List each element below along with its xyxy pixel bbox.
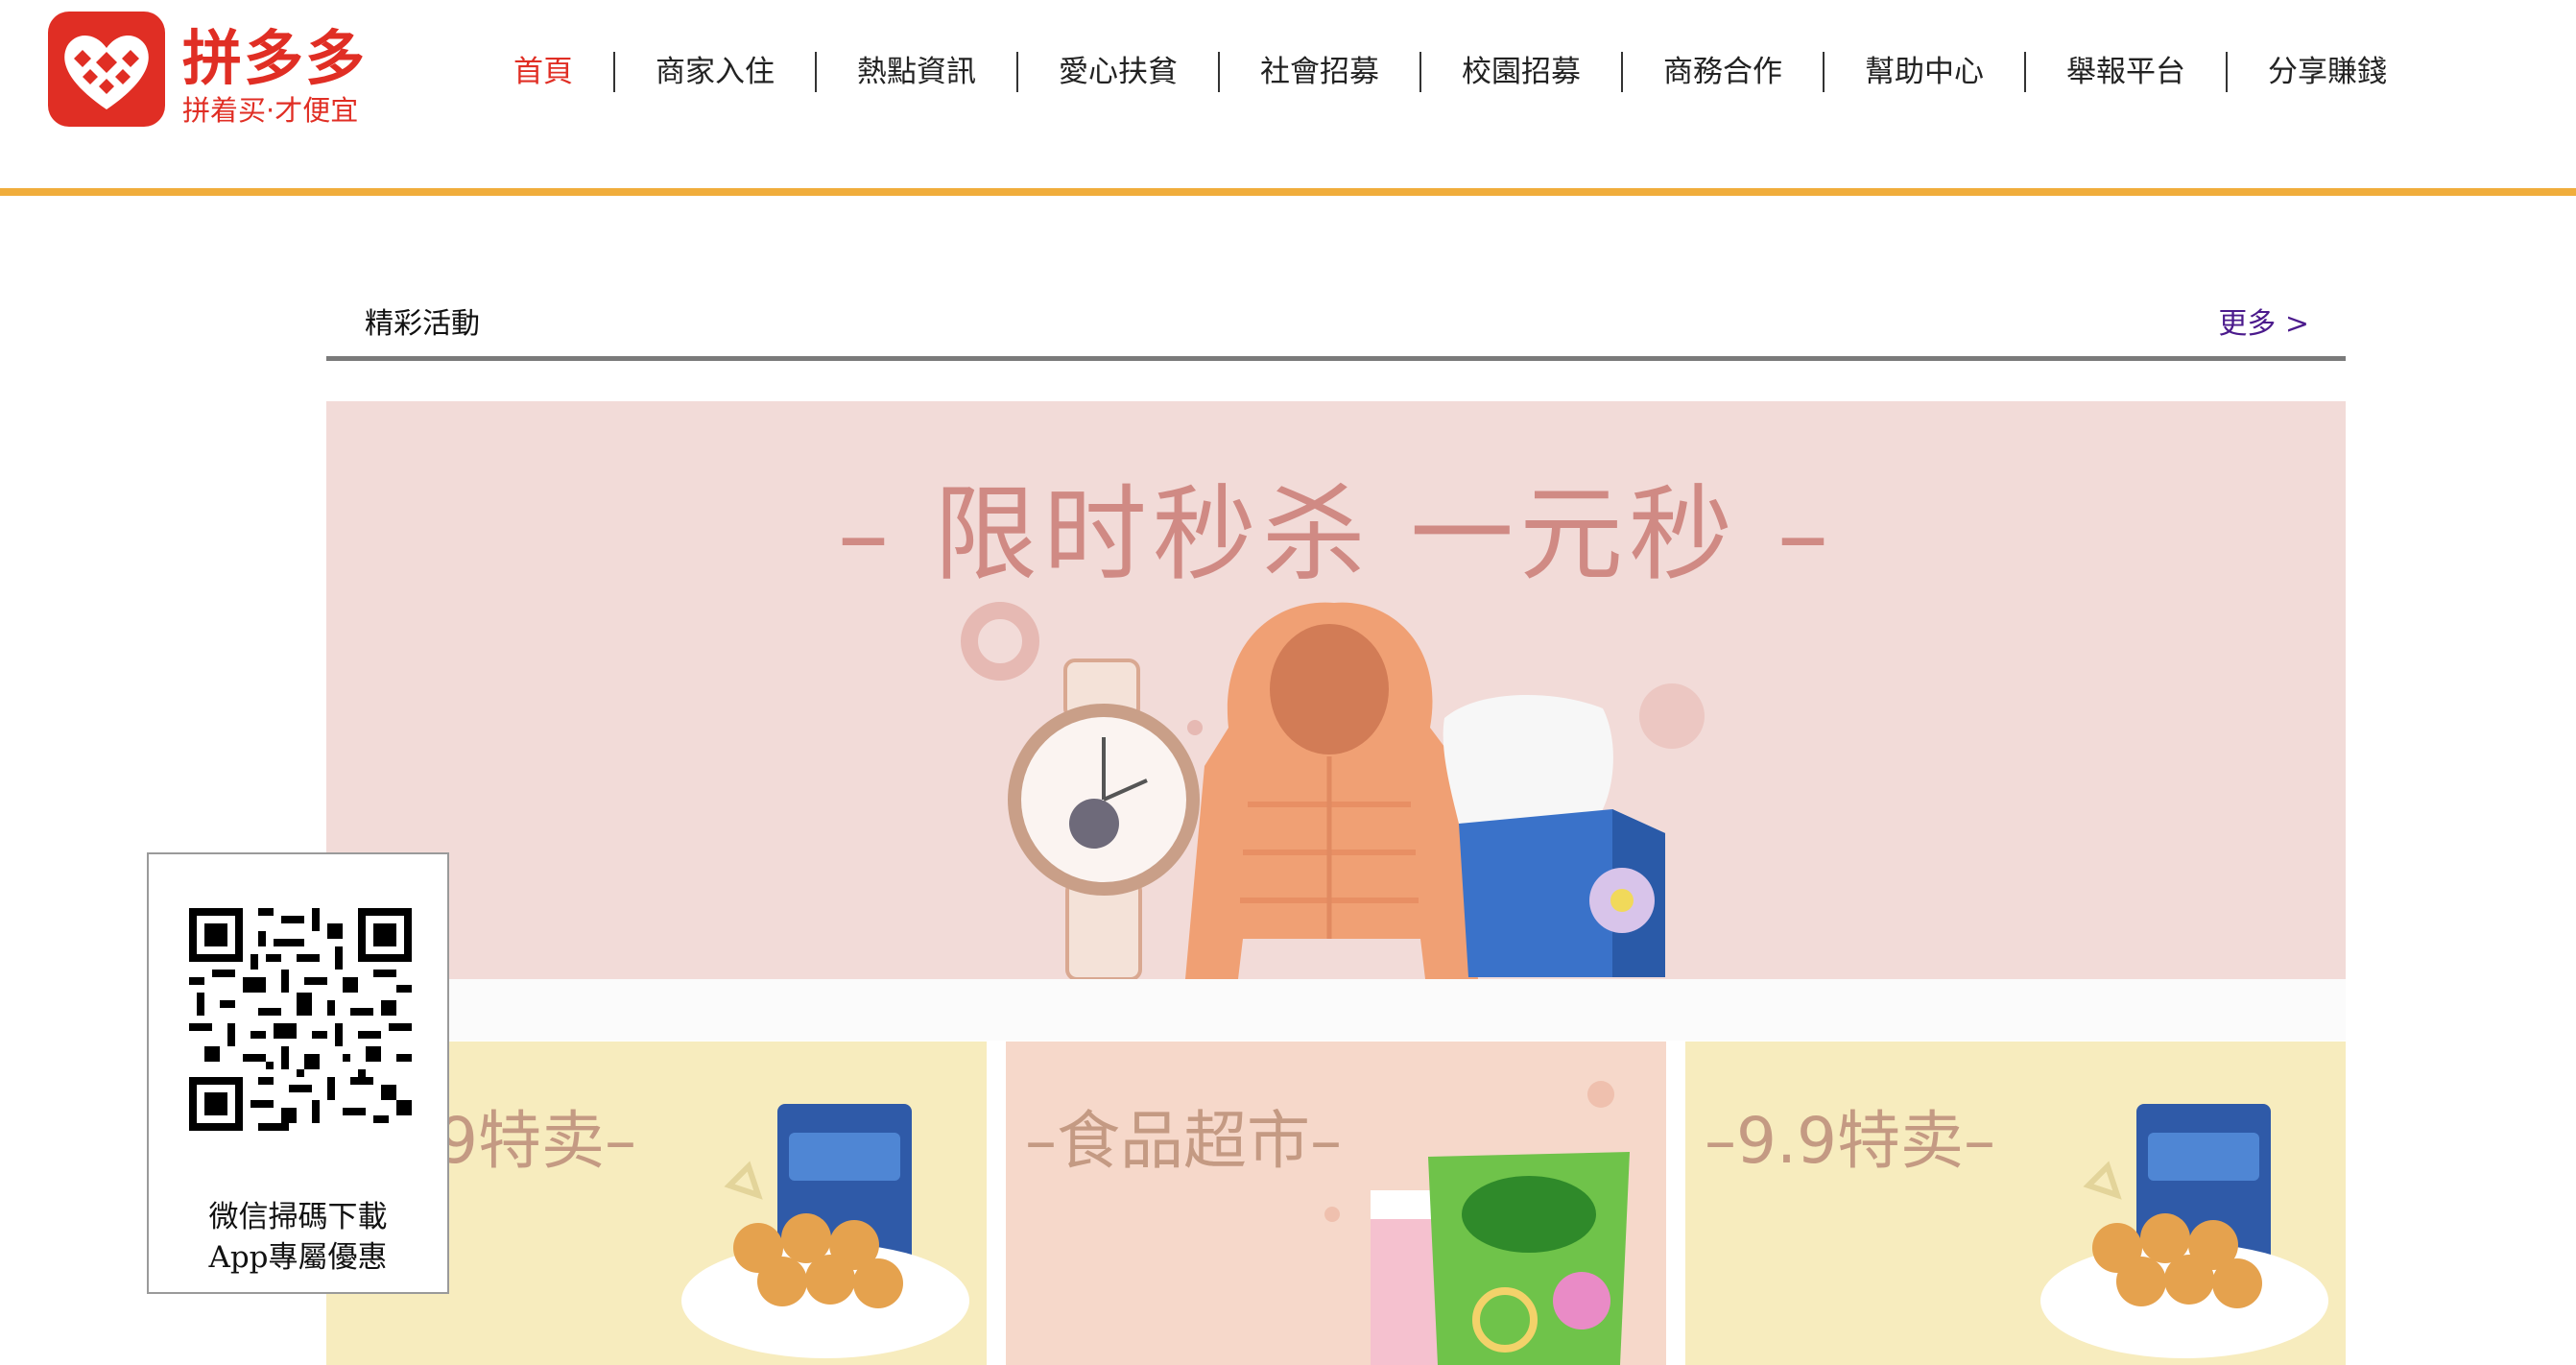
card-title: –食品超市– bbox=[1025, 1104, 1342, 1178]
promo-card-food-market[interactable]: –食品超市– bbox=[1006, 1042, 1666, 1365]
nav-item-social-recruit[interactable]: 社會招募 bbox=[1218, 52, 1419, 92]
promo-card-9-9-sale-2[interactable]: –9.9特卖– bbox=[1685, 1042, 2346, 1365]
nav-item-share-earn[interactable]: 分享賺錢 bbox=[2226, 52, 2427, 92]
nav-item-campus-recruit[interactable]: 校園招募 bbox=[1419, 52, 1621, 92]
nav-item-help-center[interactable]: 幫助中心 bbox=[1823, 52, 2024, 92]
nav-item-hot-news[interactable]: 熱點資訊 bbox=[815, 52, 1016, 92]
banner-spacer bbox=[326, 979, 2346, 1041]
banner-title: – 限时秒杀 一元秒 – bbox=[837, 475, 1835, 595]
qr-caption-line-2: App專屬優惠 bbox=[208, 1240, 388, 1275]
card-title: –9.9特卖– bbox=[1705, 1104, 1995, 1178]
nav-item-home[interactable]: 首頁 bbox=[480, 52, 613, 92]
qr-code-icon bbox=[189, 908, 412, 1131]
nav-item-merchant-join[interactable]: 商家入住 bbox=[613, 52, 815, 92]
pinduoduo-logo-icon[interactable] bbox=[48, 12, 165, 127]
nav-item-poverty-relief[interactable]: 愛心扶貧 bbox=[1016, 52, 1218, 92]
section-header: 精彩活動 更多 > bbox=[326, 288, 2346, 361]
heart-logo-icon bbox=[64, 36, 149, 109]
flash-sale-banner[interactable]: – 限时秒杀 一元秒 – bbox=[326, 401, 2346, 979]
main-nav: 首頁 商家入住 熱點資訊 愛心扶貧 社會招募 校園招募 商務合作 幫助中心 舉報… bbox=[480, 46, 2427, 98]
nav-item-report[interactable]: 舉報平台 bbox=[2024, 52, 2226, 92]
site-header: 拼多多 拼着买·才便宜 首頁 商家入住 熱點資訊 愛心扶貧 社會招募 校園招募 … bbox=[0, 0, 2576, 192]
nav-item-business[interactable]: 商務合作 bbox=[1621, 52, 1823, 92]
header-divider bbox=[0, 188, 2576, 196]
brand-name: 拼多多 bbox=[182, 23, 368, 93]
brand: 拼多多 拼着买·才便宜 bbox=[182, 10, 403, 127]
more-link[interactable]: 更多 > bbox=[2218, 299, 2309, 342]
qr-download-box[interactable]: 微信掃碼下載 App專屬優惠 bbox=[147, 852, 449, 1294]
brand-slogan: 拼着买·才便宜 bbox=[182, 94, 359, 127]
qr-caption-line-1: 微信掃碼下載 bbox=[208, 1200, 388, 1234]
section-title: 精彩活動 bbox=[365, 307, 480, 341]
